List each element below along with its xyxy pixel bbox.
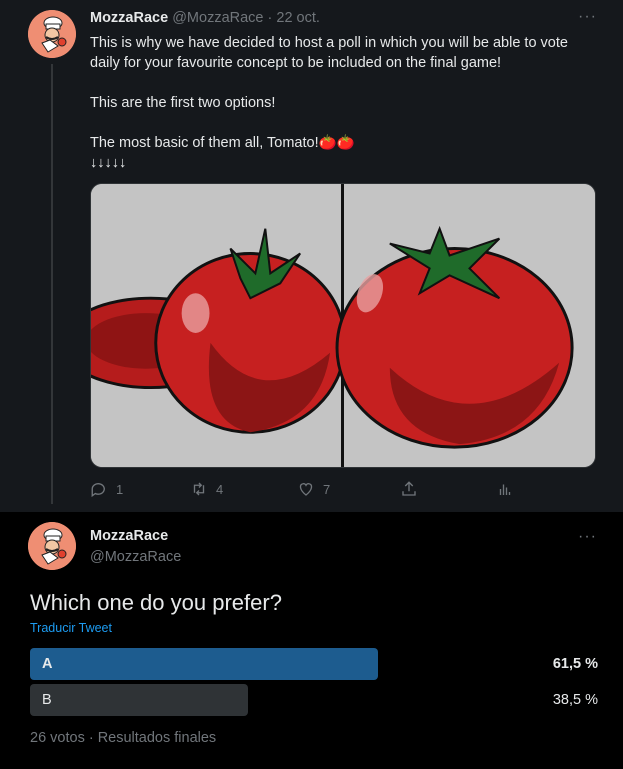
tweet-header: MozzaRace @MozzaRace · 22 oct. xyxy=(90,10,320,26)
like-button[interactable]: 7 xyxy=(297,480,330,498)
tweet-date[interactable]: 22 oct. xyxy=(276,10,320,26)
poll-percentage: 61,5 % xyxy=(552,656,598,672)
chef-mascot-icon xyxy=(28,10,76,58)
more-options-icon[interactable]: ··· xyxy=(578,528,597,546)
tweet-paragraph: ↓↓↓↓↓ xyxy=(90,155,127,171)
share-button[interactable] xyxy=(400,480,418,498)
reply-icon xyxy=(91,483,105,498)
poll-bar xyxy=(30,684,248,716)
retweet-icon xyxy=(193,482,205,496)
tomato-concept-art xyxy=(91,184,595,467)
tweet-text: Which one do you prefer? xyxy=(30,590,282,615)
tweet-1[interactable]: MozzaRace @MozzaRace · 22 oct. ··· This … xyxy=(0,0,623,512)
poll-option-a: A 61,5 % xyxy=(30,648,598,680)
like-count: 7 xyxy=(323,481,331,497)
tweet-2[interactable]: MozzaRace @MozzaRace ··· Which one do yo… xyxy=(0,512,623,769)
thread-line xyxy=(51,64,53,504)
tweet-media-image[interactable] xyxy=(90,183,596,468)
poll-option-b: B 38,5 % xyxy=(30,684,598,716)
tweet-paragraph: This are the first two options! xyxy=(90,95,276,111)
heart-icon xyxy=(299,483,313,496)
author-handle[interactable]: @MozzaRace xyxy=(90,549,181,565)
translate-tweet-link[interactable]: Traducir Tweet xyxy=(30,621,112,635)
author-name[interactable]: MozzaRace xyxy=(90,528,168,544)
chef-mascot-icon xyxy=(28,522,76,570)
poll-bar xyxy=(30,648,378,680)
tweet-actions: 1 4 7 xyxy=(90,480,520,502)
analytics-icon xyxy=(499,484,511,495)
poll-option-label: A xyxy=(42,656,53,672)
tweet-text: This is why we have decided to host a po… xyxy=(90,33,600,173)
retweet-count: 4 xyxy=(216,481,224,497)
poll-percentage: 38,5 % xyxy=(552,692,598,708)
separator: · xyxy=(263,10,277,26)
poll-option-label: B xyxy=(42,692,52,708)
analytics-button[interactable] xyxy=(496,480,514,498)
avatar[interactable] xyxy=(28,10,76,58)
more-options-icon[interactable]: ··· xyxy=(578,8,597,26)
reply-button[interactable]: 1 xyxy=(90,480,123,498)
poll-meta: 26 votos · Resultados finales xyxy=(30,730,217,746)
avatar[interactable] xyxy=(28,522,76,570)
author-name[interactable]: MozzaRace xyxy=(90,10,168,26)
tweet-paragraph: The most basic of them all, Tomato!🍅🍅 xyxy=(90,135,355,151)
share-icon xyxy=(402,481,416,496)
reply-count: 1 xyxy=(116,481,124,497)
retweet-button[interactable]: 4 xyxy=(190,480,223,498)
author-handle[interactable]: @MozzaRace xyxy=(172,10,263,26)
tweet-paragraph: This is why we have decided to host a po… xyxy=(90,35,568,71)
